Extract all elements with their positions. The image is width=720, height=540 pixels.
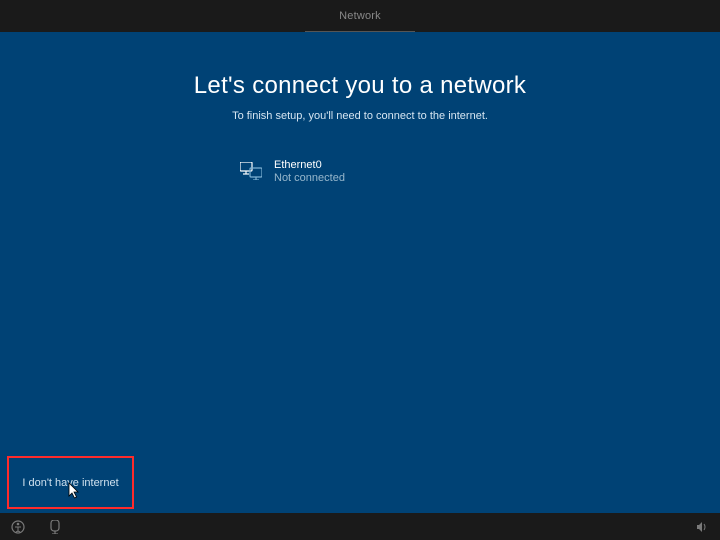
topbar-step-label: Network <box>305 0 415 32</box>
page-subhead: To finish setup, you'll need to connect … <box>0 110 720 122</box>
network-name: Ethernet0 <box>274 158 345 172</box>
ethernet-icon <box>240 162 262 180</box>
network-status: Not connected <box>274 172 345 184</box>
progress-topbar: Network <box>0 0 720 32</box>
volume-icon[interactable] <box>695 519 710 534</box>
highlight-annotation: I don't have internet <box>7 456 134 509</box>
page-headline: Let's connect you to a network <box>0 72 720 100</box>
skip-internet-button[interactable]: I don't have internet <box>22 477 118 489</box>
network-option-ethernet[interactable]: Ethernet0 Not connected <box>240 158 480 184</box>
bottom-bar <box>0 513 720 540</box>
ime-icon[interactable] <box>47 519 62 534</box>
ease-of-access-icon[interactable] <box>10 519 25 534</box>
network-text: Ethernet0 Not connected <box>274 158 345 184</box>
main-panel: Let's connect you to a network To finish… <box>0 32 720 513</box>
